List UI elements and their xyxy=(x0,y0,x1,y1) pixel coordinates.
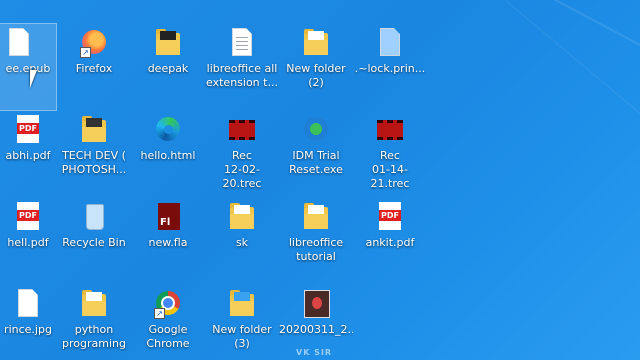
icon-label: TECH DEV ( PHOTOSH... xyxy=(61,149,127,176)
desktop-icon-ankit-pdf[interactable]: PDF ankit.pdf xyxy=(353,198,427,284)
folder-icon xyxy=(226,201,258,233)
icon-label: 20200311_2... xyxy=(279,323,353,336)
desktop-icon-libreoffice-tutorial[interactable]: libreoffice tutorial xyxy=(279,198,353,284)
icon-label: new.fla xyxy=(148,236,188,249)
icon-label: hell.pdf xyxy=(7,236,49,249)
folder-icon xyxy=(300,27,332,59)
video-icon xyxy=(374,114,406,146)
mouse-cursor-icon xyxy=(30,70,37,88)
pdf-icon: PDF xyxy=(374,201,406,233)
desktop-icon-hello-html[interactable]: hello.html xyxy=(131,111,205,197)
icon-label: ankit.pdf xyxy=(365,236,415,249)
desktop-icon-firefox[interactable]: ↗ Firefox xyxy=(57,24,131,110)
icon-label: rince.jpg xyxy=(4,323,52,336)
icon-label: Recycle Bin xyxy=(62,236,126,249)
icon-label: hello.html xyxy=(140,149,196,162)
desktop-icon-lock-file[interactable]: .~lock.prin... xyxy=(353,24,427,110)
video-icon xyxy=(226,114,258,146)
image-icon xyxy=(12,288,44,320)
desktop-icon-python-programing[interactable]: python programing xyxy=(57,285,131,360)
firefox-icon: ↗ xyxy=(78,27,110,59)
desktop-icon-libreoffice-ext[interactable]: libreoffice all extension t... xyxy=(205,24,279,110)
icon-label: ee.epub xyxy=(5,62,51,75)
watermark: VK SIR xyxy=(296,348,333,357)
desktop-icon-rec-01-14-21[interactable]: Rec 01-14-21.trec xyxy=(353,111,427,197)
folder-icon xyxy=(300,201,332,233)
icon-label: abhi.pdf xyxy=(5,149,51,162)
folder-icon xyxy=(152,27,184,59)
edge-icon xyxy=(152,114,184,146)
folder-icon xyxy=(78,288,110,320)
icon-label: Google Chrome xyxy=(146,323,190,350)
icon-label: IDM Trial Reset.exe xyxy=(289,149,343,176)
icon-label: python programing xyxy=(62,323,126,350)
folder-icon xyxy=(78,114,110,146)
desktop-icon-idm-trial-reset[interactable]: IDM Trial Reset.exe xyxy=(279,111,353,197)
recycle-bin-icon xyxy=(78,201,110,233)
icon-label: deepak xyxy=(147,62,189,75)
desktop-icon-sk[interactable]: sk xyxy=(205,198,279,284)
pdf-icon: PDF xyxy=(12,114,44,146)
lock-file-icon xyxy=(374,27,406,59)
icon-label: libreoffice all extension t... xyxy=(206,62,278,89)
folder-icon xyxy=(226,288,258,320)
photo-icon xyxy=(300,288,332,320)
wallpaper-ray xyxy=(519,0,640,104)
desktop-icon-rince-jpg[interactable]: rince.jpg xyxy=(0,285,56,360)
idm-icon xyxy=(300,114,332,146)
desktop-icon-tech-dev[interactable]: TECH DEV ( PHOTOSH... xyxy=(57,111,131,197)
desktop-icon-new-fla[interactable]: Fl new.fla xyxy=(131,198,205,284)
desktop-icon-recycle-bin[interactable]: Recycle Bin xyxy=(57,198,131,284)
pdf-icon: PDF xyxy=(12,201,44,233)
desktop-icon-new-folder-3[interactable]: New folder (3) xyxy=(205,285,279,360)
epub-file-icon xyxy=(3,27,35,59)
icon-label: Rec 12-02-20.trec xyxy=(222,149,262,190)
desktop-icon-abhi-pdf[interactable]: PDF abhi.pdf xyxy=(0,111,56,197)
desktop-icon-hell-pdf[interactable]: PDF hell.pdf xyxy=(0,198,56,284)
desktop-icon-deepak[interactable]: deepak xyxy=(131,24,205,110)
icon-label: New folder (2) xyxy=(286,62,346,89)
icon-label: Rec 01-14-21.trec xyxy=(370,149,410,190)
icon-label: New folder (3) xyxy=(212,323,272,350)
icon-label: .~lock.prin... xyxy=(354,62,426,75)
icon-label: Firefox xyxy=(75,62,113,75)
desktop-icon-new-folder-2[interactable]: New folder (2) xyxy=(279,24,353,110)
icon-label: libreoffice tutorial xyxy=(288,236,344,263)
fla-icon: Fl xyxy=(152,201,184,233)
desktop: ee.epub ↗ Firefox deepak libreoffice all… xyxy=(0,0,640,360)
desktop-icon-rec-12-02-20[interactable]: Rec 12-02-20.trec xyxy=(205,111,279,197)
icon-label: sk xyxy=(235,236,249,249)
desktop-icon-epub[interactable]: ee.epub xyxy=(0,23,57,111)
desktop-icon-google-chrome[interactable]: ↗ Google Chrome xyxy=(131,285,205,360)
wallpaper-ray xyxy=(469,0,640,164)
document-icon xyxy=(226,27,258,59)
chrome-icon: ↗ xyxy=(152,288,184,320)
